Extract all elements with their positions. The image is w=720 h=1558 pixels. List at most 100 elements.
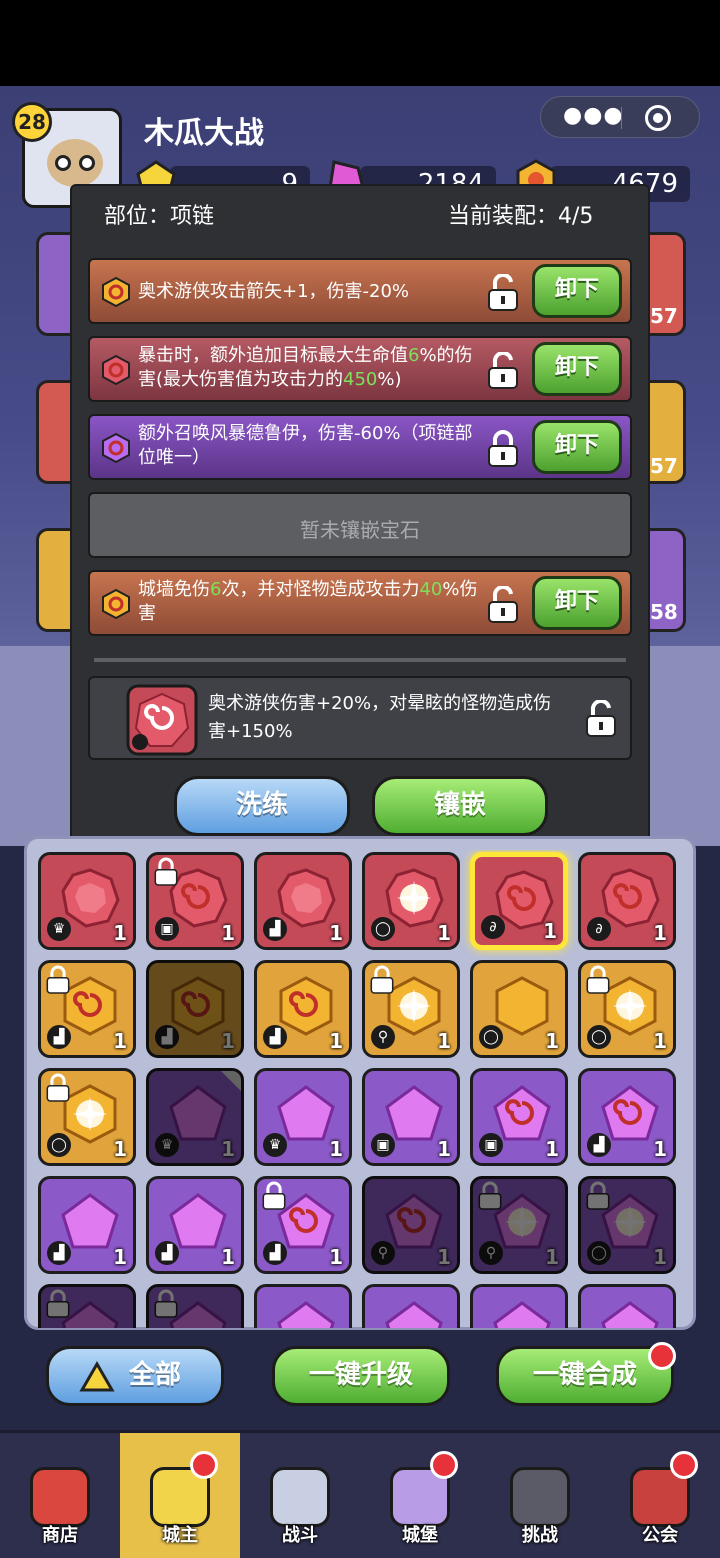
avatar-eye [79, 155, 95, 171]
gem-cell[interactable]: ▟ 1 [578, 1068, 676, 1166]
unload-button[interactable]: 卸下 [532, 342, 622, 396]
nav-item-4[interactable]: 城堡 [360, 1433, 480, 1558]
socket-effect-text: 城墙免伤6次，并对怪物造成攻击力40%伤害 [138, 578, 478, 626]
gem-cell[interactable] [254, 1284, 352, 1328]
effect-text-part: %) [377, 369, 402, 390]
lock-icon[interactable] [486, 430, 520, 468]
nav-item-6[interactable]: 公会 [600, 1433, 720, 1558]
slot-shirt-icon: ▣ [155, 917, 179, 941]
gem-cell[interactable] [146, 1284, 244, 1328]
gem-cell[interactable]: ▣ 1 [146, 852, 244, 950]
socket-effect-text: 额外召唤风暴德鲁伊，伤害-60%（项链部位唯一） [138, 422, 478, 470]
gem-cell[interactable]: ◯ 1 [578, 960, 676, 1058]
gem-swirl-icon [599, 867, 661, 929]
unlock-icon[interactable] [584, 700, 618, 738]
unload-button[interactable]: 卸下 [532, 264, 622, 318]
gem-cell[interactable]: ◯ 1 [578, 1176, 676, 1274]
slot-boot-icon: ▟ [155, 1241, 179, 1265]
notification-dot [648, 1342, 676, 1370]
gem-count: 1 [653, 1245, 667, 1269]
socket-row-5: 城墙免伤6次，并对怪物造成攻击力40%伤害 卸下 [88, 570, 632, 636]
gem-round-icon [275, 867, 337, 929]
selected-gem-detail: 奥术游侠伤害+20%，对晕眩的怪物造成伤害+150% [88, 676, 632, 760]
socket-effect-text: 奥术游侠攻击箭矢+1，伤害-20% [138, 280, 478, 304]
lock-icon [369, 965, 395, 995]
gem-cell[interactable]: ♛ 1 [38, 852, 136, 950]
slot-boot-icon: ▟ [263, 1025, 287, 1049]
socket-row-3: 额外召唤风暴德鲁伊，伤害-60%（项链部位唯一） 卸下 [88, 414, 632, 480]
gem-cell[interactable] [578, 1284, 676, 1328]
nav-item-3[interactable]: 战斗 [240, 1433, 360, 1558]
new-corner-mark [221, 1071, 241, 1091]
game-title: 木瓜大战 [144, 116, 264, 151]
slot-ring-icon: ◯ [371, 917, 395, 941]
gem-count: 1 [221, 1137, 235, 1161]
lock-icon [585, 1181, 611, 1211]
gem-cell[interactable]: ◯ 1 [38, 1068, 136, 1166]
close-target-icon[interactable] [645, 105, 671, 131]
gem-swirl-icon [383, 1191, 445, 1253]
slot-ring-icon: ◯ [479, 1025, 503, 1049]
unlock-icon[interactable] [486, 272, 520, 312]
empty-socket-label: 暂未镶嵌宝石 [300, 518, 420, 542]
gem-count: 1 [221, 1029, 235, 1053]
slot-ring-icon: ◯ [47, 1133, 71, 1157]
gem-count: 1 [437, 921, 451, 945]
gem-cell[interactable]: ▣ 1 [362, 1068, 460, 1166]
gem-cell[interactable]: ▟ 1 [254, 960, 352, 1058]
upgrade-all-button[interactable]: 一键升级 [272, 1346, 450, 1406]
gem-count: 1 [437, 1029, 451, 1053]
socket-gem-icon [100, 354, 132, 386]
gem-swirl-icon [167, 975, 229, 1037]
socket-row-2: 暴击时，额外追加目标最大生命值6%的伤害(最大伤害值为攻击力的450%) 卸下 [88, 336, 632, 402]
nav-item-5[interactable]: 挑战 [480, 1433, 600, 1558]
unload-button[interactable]: 卸下 [532, 420, 622, 474]
gem-cell[interactable]: ▟ 1 [254, 852, 352, 950]
gem-cell[interactable]: ∂ 1 [470, 852, 568, 950]
gem-cell[interactable]: ▟ 1 [146, 960, 244, 1058]
unload-button[interactable]: 卸下 [532, 576, 622, 630]
gem-cell[interactable]: ♛ 1 [254, 1068, 352, 1166]
gem-cell[interactable]: ▟ 1 [38, 1176, 136, 1274]
gem-cell[interactable] [362, 1284, 460, 1328]
slot-neck-icon: ∂ [587, 917, 611, 941]
gem-cell[interactable] [38, 1284, 136, 1328]
nav-item-2[interactable]: 城主 [120, 1433, 240, 1558]
gem-cell[interactable]: ⚲ 1 [362, 960, 460, 1058]
gem-count: 1 [545, 1245, 559, 1269]
gem-cell[interactable]: ▟ 1 [254, 1176, 352, 1274]
gem-cell[interactable] [470, 1284, 568, 1328]
gem-cell[interactable]: ♛ 1 [146, 1068, 244, 1166]
gem-cell[interactable]: ▟ 1 [38, 960, 136, 1058]
swords-icon [270, 1467, 330, 1527]
gem-swirl-icon [599, 1083, 661, 1145]
unlock-icon[interactable] [486, 350, 520, 390]
gem-cell[interactable]: ⚲ 1 [362, 1176, 460, 1274]
avatar-eye [55, 155, 71, 171]
effect-text-part: 城墙免伤 [138, 579, 210, 600]
nav-label: 城主 [162, 1525, 198, 1546]
wash-button[interactable]: 洗练 [174, 776, 350, 836]
gem-cell[interactable]: ◯ 1 [362, 852, 460, 950]
gem-cell[interactable]: ◯ 1 [470, 960, 568, 1058]
more-icon[interactable]: ●●● [563, 103, 624, 128]
nav-item-1[interactable]: 商店 [0, 1433, 120, 1558]
highlight-value: 6 [210, 579, 222, 600]
capsule-divider [621, 107, 622, 129]
gem-swirl-icon [275, 975, 337, 1037]
triangle-icon [79, 1361, 115, 1392]
lock-icon [477, 1181, 503, 1211]
filter-all-button[interactable]: 全部 [46, 1346, 224, 1406]
gem-cell[interactable]: ▣ 1 [470, 1068, 568, 1166]
unlock-icon[interactable] [486, 584, 520, 624]
gem-count: 1 [221, 921, 235, 945]
gem-cell[interactable]: ⚲ 1 [470, 1176, 568, 1274]
gem-count: 1 [437, 1245, 451, 1269]
nav-label: 挑战 [522, 1525, 558, 1546]
slot-shirt-icon: ▣ [371, 1133, 395, 1157]
inlay-button[interactable]: 镶嵌 [372, 776, 548, 836]
gem-cell[interactable]: ▟ 1 [146, 1176, 244, 1274]
gem-cell[interactable]: ∂ 1 [578, 852, 676, 950]
slot-crown-icon: ♛ [263, 1133, 287, 1157]
gem-grid: ♛ 1 ▣ 1 ▟ 1 ◯ 1 ∂ 1 ∂ 1 ▟ 1 ▟ 1 ▟ 1 ⚲ 1 ◯ 1 ◯ 1 ◯ 1 ♛ 1 ♛ 1 ▣ 1 ▣ 1 ▟ 1 ▟ 1 ▟ 1… [36, 850, 684, 1328]
